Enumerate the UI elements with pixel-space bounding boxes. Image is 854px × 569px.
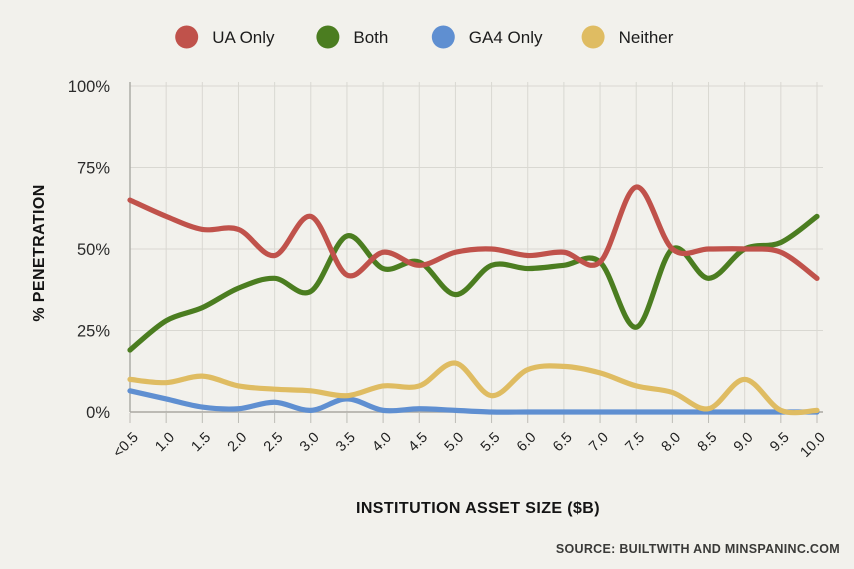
legend-swatch	[316, 25, 340, 49]
legend-swatch	[431, 25, 455, 49]
y-tick-label: 100%	[68, 78, 111, 96]
chart-figure: UA Only Both GA4 Only Neither 0% 25% 50% 75% 10…	[0, 0, 854, 569]
y-tick-label: 50%	[77, 241, 110, 259]
penetration-line-chart: UA Only Both GA4 Only Neither 0% 25% 50% 75% 10…	[0, 0, 854, 569]
y-axis-title: % PENETRATION	[31, 184, 48, 321]
y-tick-label: 0%	[86, 404, 110, 422]
legend-label: Neither	[619, 28, 674, 47]
y-tick-label: 25%	[77, 323, 110, 341]
legend-label: GA4 Only	[469, 28, 543, 47]
source-note: SOURCE: BUILTWITH AND MINSPANINC.COM	[556, 542, 840, 556]
legend-swatch	[175, 25, 199, 49]
legend-swatch	[581, 25, 605, 49]
legend-label: Both	[353, 28, 388, 47]
x-axis-title: INSTITUTION ASSET SIZE ($B)	[356, 500, 600, 517]
chart-background	[0, 0, 854, 569]
y-tick-label: 75%	[77, 160, 110, 178]
legend-label: UA Only	[212, 28, 275, 47]
